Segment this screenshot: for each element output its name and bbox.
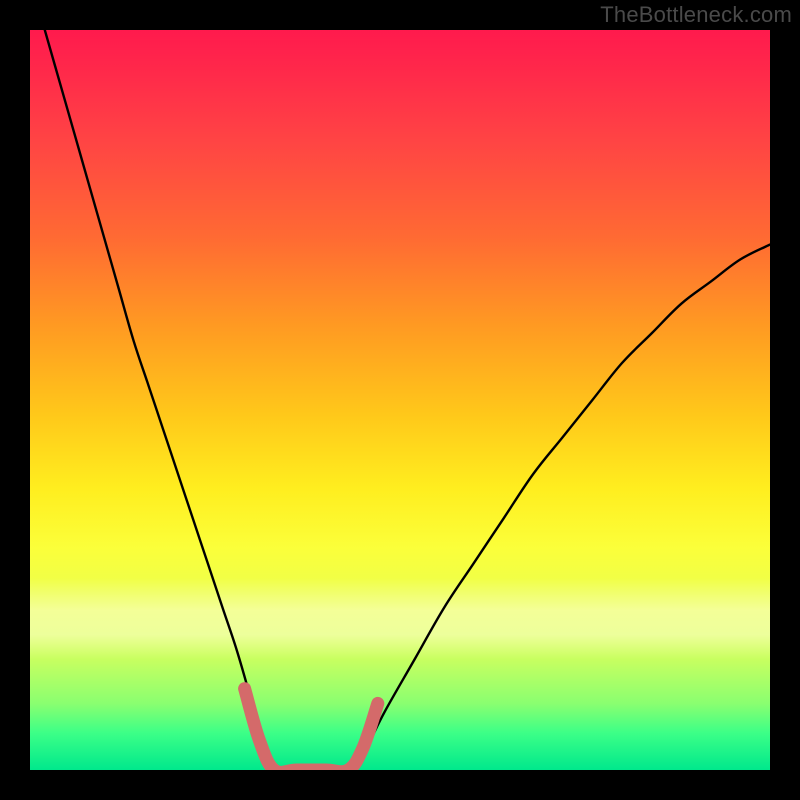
watermark-text: TheBottleneck.com [600, 2, 792, 28]
plot-area [30, 30, 770, 770]
chart-frame: TheBottleneck.com [0, 0, 800, 800]
curve-highlight [245, 689, 378, 770]
curve-right [356, 245, 770, 770]
curve-left [45, 30, 274, 770]
bottleneck-curve [30, 30, 770, 770]
